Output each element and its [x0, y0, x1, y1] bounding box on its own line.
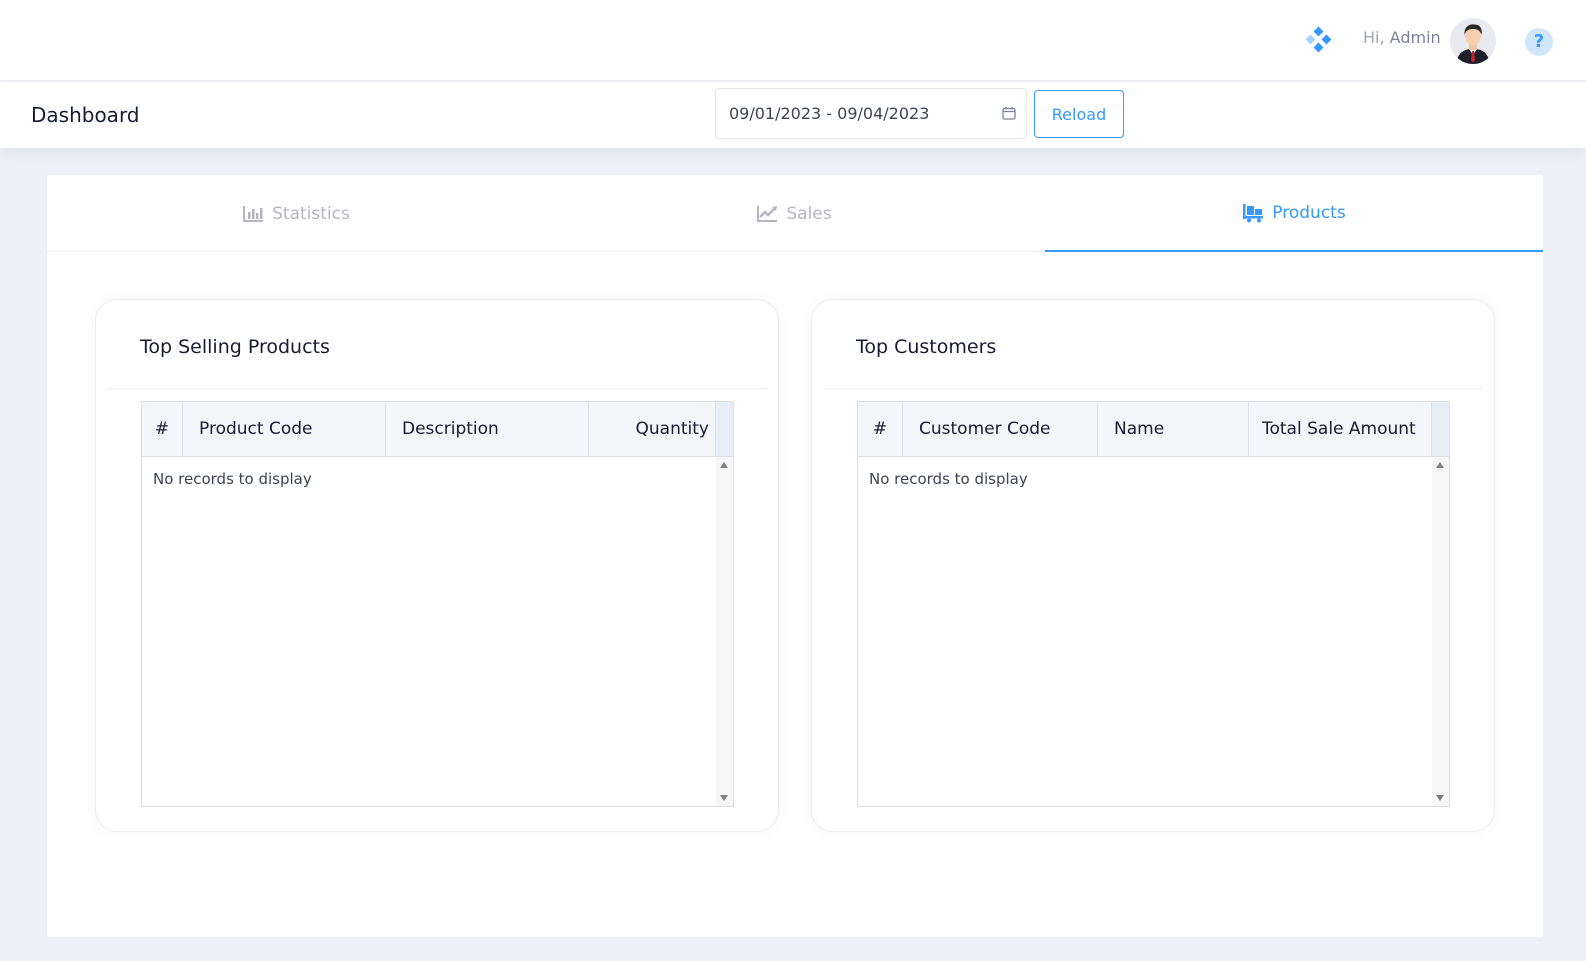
calendar-icon[interactable] — [1002, 106, 1016, 120]
divider — [824, 388, 1482, 389]
tab-bar: Statistics Sales Products — [47, 175, 1543, 252]
panel-title: Top Selling Products — [140, 336, 330, 358]
tab-products[interactable]: Products — [1045, 175, 1543, 252]
customers-grid: # Customer Code Name Total Sale Amount N… — [857, 401, 1450, 807]
tab-statistics[interactable]: Statistics — [47, 175, 545, 252]
vertical-scrollbar[interactable] — [716, 457, 733, 806]
line-chart-icon — [757, 205, 778, 222]
user-avatar-icon — [1450, 18, 1496, 64]
top-customers-panel: Top Customers # Customer Code Name Total… — [811, 299, 1495, 832]
column-header-description[interactable]: Description — [386, 402, 589, 456]
grid-diamond-icon[interactable] — [1304, 26, 1332, 54]
column-header-index[interactable]: # — [142, 402, 183, 456]
scroll-up-icon[interactable] — [1436, 462, 1444, 468]
header-scroll-pad — [1432, 402, 1449, 456]
scroll-down-icon[interactable] — [720, 795, 728, 801]
top-selling-products-panel: Top Selling Products # Product Code Desc… — [95, 299, 779, 832]
tab-label: Products — [1272, 202, 1346, 223]
user-name: Admin — [1389, 28, 1441, 47]
panel-title: Top Customers — [856, 336, 997, 358]
reload-button[interactable]: Reload — [1034, 90, 1124, 138]
grid-header: # Customer Code Name Total Sale Amount — [858, 402, 1449, 457]
scroll-up-icon[interactable] — [720, 462, 728, 468]
pallet-boxes-icon — [1243, 203, 1264, 222]
divider — [108, 388, 766, 389]
column-header-customer-code[interactable]: Customer Code — [903, 402, 1098, 456]
date-range-value: 09/01/2023 - 09/04/2023 — [729, 104, 930, 123]
page-title: Dashboard — [31, 103, 140, 127]
empty-message: No records to display — [153, 470, 312, 488]
greeting-label: Hi, — [1363, 28, 1385, 47]
grid-header: # Product Code Description Quantity — [142, 402, 733, 457]
column-header-index[interactable]: # — [858, 402, 903, 456]
products-grid: # Product Code Description Quantity No r… — [141, 401, 734, 807]
column-header-total-sale-amount[interactable]: Total Sale Amount — [1249, 402, 1432, 456]
question-icon[interactable]: ? — [1525, 28, 1553, 56]
tab-label: Statistics — [272, 203, 350, 224]
column-header-quantity[interactable]: Quantity — [589, 402, 716, 456]
avatar[interactable] — [1450, 18, 1496, 64]
vertical-scrollbar[interactable] — [1432, 457, 1449, 806]
date-range-picker[interactable]: 09/01/2023 - 09/04/2023 — [715, 88, 1027, 139]
user-greeting[interactable]: Hi, Admin — [1363, 28, 1441, 47]
column-header-product-code[interactable]: Product Code — [183, 402, 386, 456]
bar-chart-icon — [243, 205, 264, 222]
header-scroll-pad — [716, 402, 733, 456]
tab-sales[interactable]: Sales — [545, 175, 1043, 252]
subheader: Dashboard 09/01/2023 - 09/04/2023 Reload — [0, 82, 1586, 148]
dashboard-card: Statistics Sales Products Top Selling Pr… — [47, 175, 1543, 937]
top-bar: Hi, Admin ? — [0, 0, 1586, 81]
empty-message: No records to display — [869, 470, 1028, 488]
tab-label: Sales — [786, 203, 832, 224]
column-header-name[interactable]: Name — [1098, 402, 1249, 456]
scroll-down-icon[interactable] — [1436, 795, 1444, 801]
